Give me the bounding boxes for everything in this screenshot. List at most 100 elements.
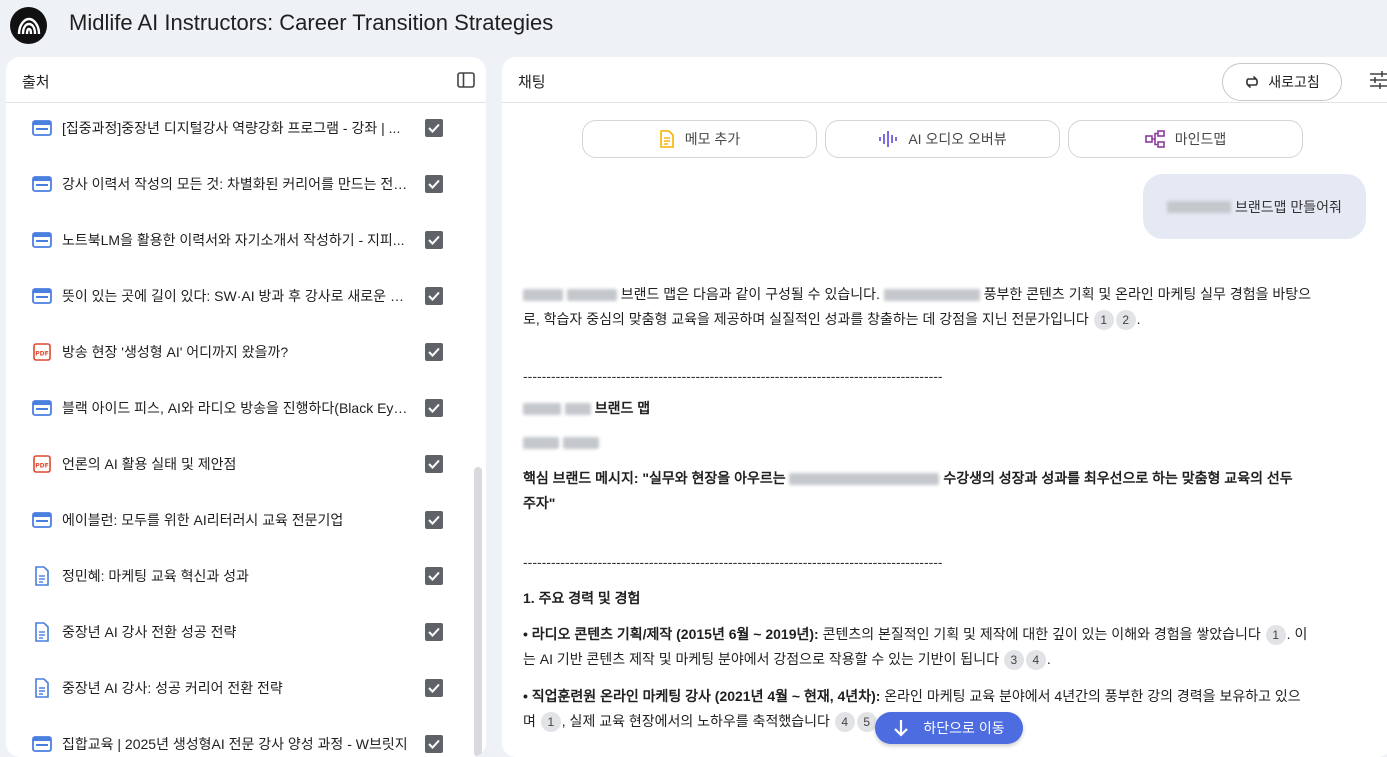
svg-text:PDF: PDF [35, 463, 48, 470]
bullet-text: , 실제 교육 현장에서의 노하우를 축적했습니다 [561, 713, 830, 729]
web-source-icon [32, 174, 52, 194]
audio-overview-button[interactable]: AI 오디오 오버뷰 [825, 120, 1060, 158]
mindmap-button[interactable]: 마인드맵 [1068, 120, 1303, 158]
bullet-text: . 이 [1286, 626, 1308, 642]
add-note-button[interactable]: 메모 추가 [582, 120, 817, 158]
bullet-text: 며 [523, 713, 536, 729]
bullet-text: 는 AI 기반 콘텐츠 제작 및 마케팅 분야에서 강점으로 작용할 수 있는 … [523, 651, 999, 667]
citation-chip[interactable]: 1 [1265, 625, 1286, 646]
document-icon [32, 622, 52, 642]
source-title: 중장년 AI 강사: 성공 커리어 전환 전략 [62, 680, 283, 696]
source-checkbox[interactable] [425, 679, 443, 697]
core-message-text: 주자" [523, 495, 556, 511]
redacted-text [789, 473, 940, 486]
audio-overview-label: AI 오디오 오버뷰 [908, 131, 1007, 147]
source-item[interactable]: 강사 이력서 작성의 모든 것: 차별화된 커리어를 만드는 전략... [6, 156, 466, 212]
check-icon [428, 123, 440, 133]
web-source-icon [32, 510, 52, 530]
source-title: 정민혜: 마케팅 교육 혁신과 성과 [62, 568, 249, 584]
source-item[interactable]: 정민혜: 마케팅 교육 혁신과 성과 [6, 548, 466, 604]
source-title: 중장년 AI 강사 전환 성공 전략 [62, 624, 237, 640]
source-checkbox[interactable] [425, 343, 443, 361]
notebook-title[interactable]: Midlife AI Instructors: Career Transitio… [69, 10, 553, 36]
scroll-to-bottom-button[interactable]: 하단으로 이동 [875, 712, 1023, 744]
source-checkbox[interactable] [425, 567, 443, 585]
redacted-text [566, 289, 617, 302]
notebooklm-logo-icon[interactable] [10, 7, 47, 44]
source-checkbox[interactable] [425, 623, 443, 641]
citation-chip[interactable]: 5 [856, 712, 877, 733]
source-checkbox[interactable] [425, 735, 443, 753]
bullet-text: 온라인 마케팅 교육 분야에서 4년간의 풍부한 강의 경력을 보유하고 있으 [884, 688, 1301, 704]
source-item[interactable]: 에이블런: 모두를 위한 AI리터러시 교육 전문기업 [6, 492, 466, 548]
note-icon [659, 130, 674, 148]
refresh-button[interactable]: 새로고침 [1222, 63, 1342, 101]
source-checkbox[interactable] [425, 175, 443, 193]
check-icon [428, 403, 440, 413]
divider-line: ----------------------------------------… [523, 554, 943, 570]
sources-header: 출처 [6, 57, 486, 103]
source-checkbox[interactable] [425, 399, 443, 417]
source-title: 뜻이 있는 곳에 길이 있다: SW·AI 방과 후 강사로 새로운 도... [62, 288, 412, 304]
section-heading: 1. 주요 경력 및 경험 [523, 590, 641, 606]
source-title: 방송 현장 '생성형 AI' 어디까지 왔을까? [62, 344, 289, 360]
check-icon [428, 683, 440, 693]
document-icon [32, 566, 52, 586]
answer-intro-text: 로, 학습자 중심의 맞춤형 교육을 제공하며 실질적인 성과를 창출하는 데 … [523, 311, 1089, 327]
refresh-icon [1246, 76, 1259, 88]
source-checkbox[interactable] [425, 287, 443, 305]
source-item[interactable]: [집중과정]중장년 디지털강사 역량강화 프로그램 - 강좌 | ... [6, 104, 466, 156]
document-icon [32, 678, 52, 698]
scroll-to-bottom-label: 하단으로 이동 [923, 720, 1005, 736]
source-checkbox[interactable] [425, 119, 443, 137]
tune-settings-icon[interactable] [1368, 70, 1387, 90]
brand-map-heading: 브랜드 맵 [523, 396, 1313, 421]
citation-chip[interactable]: 1 [540, 712, 561, 733]
redacted-text [523, 403, 561, 416]
citation-chip[interactable]: 3 [1003, 650, 1024, 671]
svg-text:PDF: PDF [35, 351, 48, 358]
citation-chip[interactable]: 4 [1025, 650, 1046, 671]
brand-map-heading-text: 브랜드 맵 [594, 400, 651, 416]
check-icon [428, 291, 440, 301]
source-title: 언론의 AI 활용 실태 및 제안점 [62, 456, 237, 472]
collapse-panel-icon[interactable] [456, 70, 476, 90]
source-item[interactable]: 중장년 AI 강사 전환 성공 전략 [6, 604, 466, 660]
redacted-text [883, 289, 980, 302]
source-item[interactable]: PDF 방송 현장 '생성형 AI' 어디까지 왔을까? [6, 324, 466, 380]
redacted-text [562, 437, 599, 450]
source-item[interactable]: 중장년 AI 강사: 성공 커리어 전환 전략 [6, 660, 466, 716]
chat-title: 채팅 [518, 74, 546, 91]
source-item[interactable]: 뜻이 있는 곳에 길이 있다: SW·AI 방과 후 강사로 새로운 도... [6, 268, 466, 324]
source-item[interactable]: PDF 언론의 AI 활용 실태 및 제안점 [6, 436, 466, 492]
source-checkbox[interactable] [425, 511, 443, 529]
sources-scrollbar[interactable] [474, 467, 482, 757]
arrow-down-icon [894, 720, 909, 737]
source-title: 강사 이력서 작성의 모든 것: 차별화된 커리어를 만드는 전략... [62, 176, 412, 192]
sources-panel: 출처 [집중과정]중장년 디지털강사 역량강화 프로그램 - 강좌 | ... 강… [6, 57, 486, 757]
redacted-text [523, 437, 559, 450]
mindmap-icon [1144, 130, 1165, 148]
source-checkbox[interactable] [425, 455, 443, 473]
source-item[interactable]: 블랙 아이드 피스, AI와 라디오 방송을 진행하다(Black Eye... [6, 380, 466, 436]
source-item[interactable]: 노트북LM을 활용한 이력서와 자기소개서 작성하기 - 지피... [6, 212, 466, 268]
citation-chip[interactable]: 4 [834, 712, 855, 733]
check-icon [428, 571, 440, 581]
sources-title: 출처 [22, 74, 50, 91]
source-title: 에이블런: 모두를 위한 AI리터러시 교육 전문기업 [62, 512, 344, 528]
check-icon [428, 627, 440, 637]
redacted-line [523, 430, 1313, 455]
chat-panel: 채팅 새로고침 메모 추가 AI 오디오 오버뷰 마인드맵 브랜드맵 만들어줘 … [502, 57, 1387, 757]
check-icon [428, 235, 440, 245]
user-message-text: 브랜드맵 만들어줘 [1234, 198, 1342, 215]
redacted-text [523, 289, 563, 302]
pdf-file-icon: PDF [32, 342, 52, 362]
citation-chip[interactable]: 2 [1115, 310, 1136, 331]
citation-chip[interactable]: 1 [1093, 310, 1114, 331]
core-message: 핵심 브랜드 메시지: "실무와 현장을 아우르는 수강생의 성장과 성과를 최… [523, 466, 1313, 516]
check-icon [428, 515, 440, 525]
source-list: [집중과정]중장년 디지털강사 역량강화 프로그램 - 강좌 | ... 강사 이… [6, 104, 486, 757]
mindmap-label: 마인드맵 [1174, 131, 1227, 147]
chat-header: 채팅 새로고침 [502, 57, 1387, 103]
source-checkbox[interactable] [425, 231, 443, 249]
